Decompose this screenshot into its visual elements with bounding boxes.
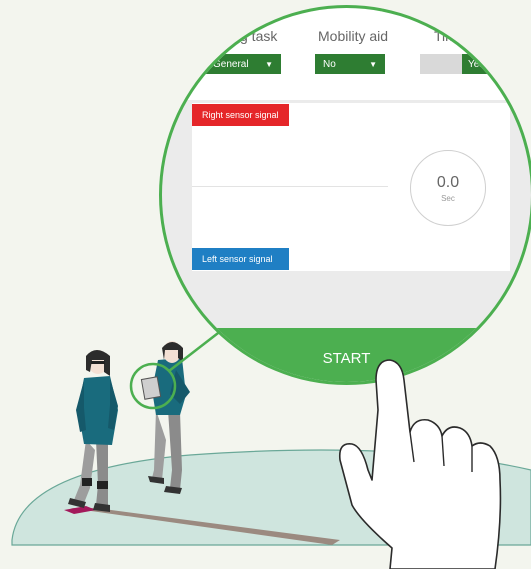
- hand-pointer-icon: [338, 359, 502, 569]
